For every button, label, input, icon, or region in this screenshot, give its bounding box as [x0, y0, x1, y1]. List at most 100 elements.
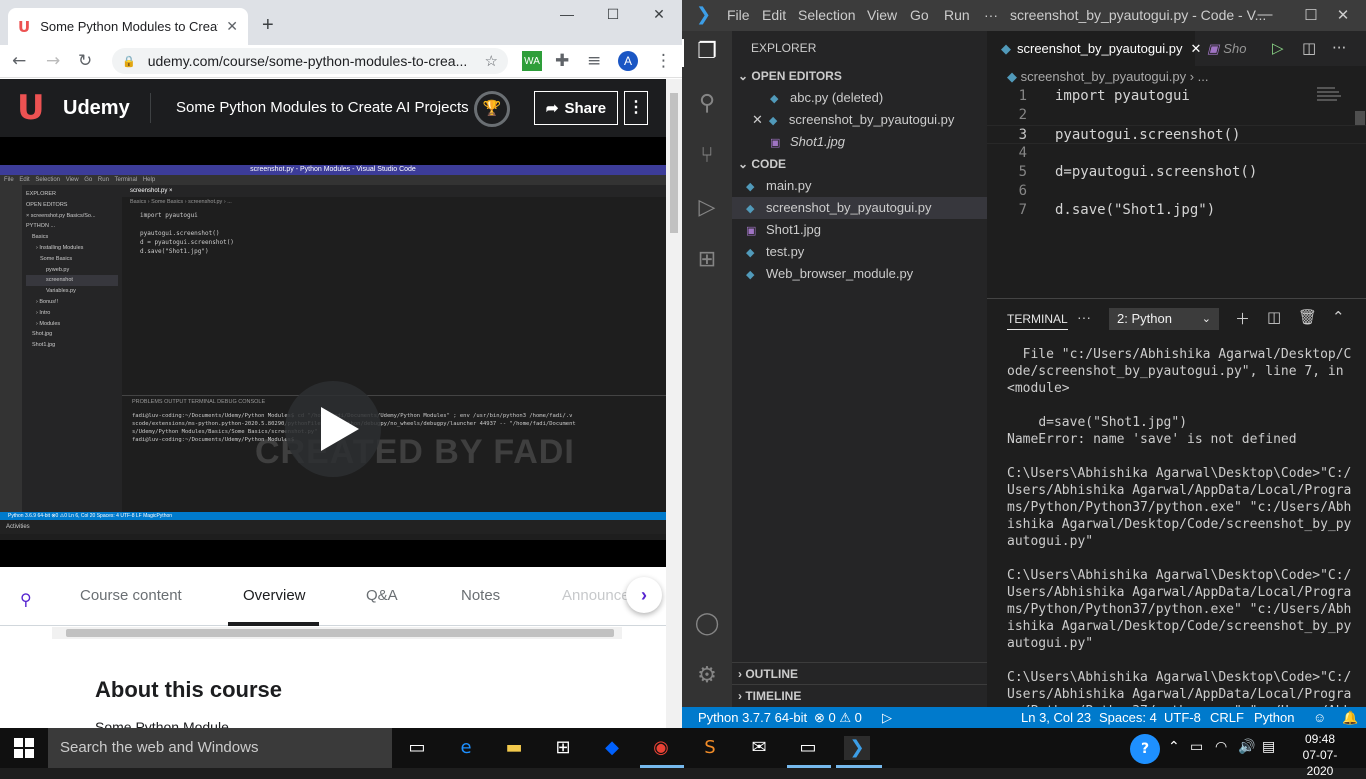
code-line[interactable]: 2	[987, 106, 1366, 125]
menu-selection[interactable]: Selection	[798, 7, 856, 23]
file-explorer-icon[interactable]: ▬	[501, 736, 527, 760]
chevron-up-icon[interactable]: ⌃	[1168, 739, 1180, 755]
status-encoding[interactable]: UTF-8	[1164, 707, 1201, 728]
menu-edit[interactable]: Edit	[762, 7, 786, 23]
scroll-thumb[interactable]	[66, 629, 614, 637]
code-line[interactable]: 4	[987, 144, 1366, 163]
open-editors-header[interactable]: ⌄ OPEN EDITORS	[732, 65, 987, 87]
account-icon[interactable]: ◯	[693, 611, 721, 639]
menu-run[interactable]: Run	[944, 7, 970, 23]
video-player[interactable]: screenshot.py - Python Modules - Visual …	[0, 137, 666, 567]
code-line[interactable]: 1 import pyautogui	[987, 87, 1366, 106]
volume-icon[interactable]: 🔊	[1238, 739, 1255, 755]
terminal-select[interactable]: 2: Python ⌄	[1109, 308, 1219, 330]
windows-start-icon[interactable]	[14, 738, 34, 758]
extensions-puzzle-icon[interactable]: ✚	[555, 51, 569, 71]
trophy-progress-icon[interactable]: 🏆	[474, 91, 510, 127]
more-options-button[interactable]: ⋮	[624, 91, 648, 125]
source-control-icon[interactable]: ⑂	[693, 143, 721, 171]
search-icon[interactable]: ⚲	[20, 590, 32, 609]
dropbox-icon[interactable]: ◆	[599, 736, 625, 760]
vscode-taskbar-icon[interactable]: ❯	[844, 736, 870, 760]
sublime-text-icon[interactable]: S	[697, 736, 723, 760]
menu-view[interactable]: View	[867, 7, 897, 23]
mail-icon[interactable]: ✉	[746, 736, 772, 760]
horizontal-scrollbar[interactable]	[52, 627, 622, 639]
reload-icon[interactable]: ↻	[78, 51, 92, 71]
udemy-logo-icon[interactable]: U	[17, 91, 45, 125]
run-file-icon[interactable]: ▷	[1272, 39, 1284, 57]
chevron-right-icon[interactable]: ›	[626, 577, 662, 613]
back-arrow-icon[interactable]: ←	[12, 51, 26, 71]
run-debug-icon[interactable]: ▷	[693, 195, 721, 223]
tab-course-content[interactable]: Course content	[80, 587, 182, 604]
share-button[interactable]: ➦ Share	[534, 91, 618, 125]
task-view-icon[interactable]: ▭	[404, 736, 430, 760]
bookmark-star-icon[interactable]: ☆	[485, 52, 498, 70]
split-editor-icon[interactable]: ◫	[1302, 39, 1316, 57]
address-bar[interactable]: 🔒 udemy.com/course/some-python-modules-t…	[112, 48, 508, 74]
taskbar-clock[interactable]: 09:48 07-07-2020	[1290, 731, 1350, 779]
file-item[interactable]: ◆ test.py	[732, 241, 987, 263]
tab-overview[interactable]: Overview	[243, 587, 306, 604]
close-button[interactable]: ✕	[644, 6, 674, 23]
help-icon[interactable]: ?	[1130, 734, 1160, 764]
play-button-icon[interactable]	[285, 381, 381, 477]
settings-gear-icon[interactable]: ⚙	[693, 663, 721, 691]
page-scroll-thumb[interactable]	[670, 93, 678, 233]
status-position[interactable]: Ln 3, Col 23	[1021, 707, 1091, 728]
store-icon[interactable]: ⊞	[550, 736, 576, 760]
code-line[interactable]: 6	[987, 182, 1366, 201]
chrome-icon[interactable]: ◉	[648, 736, 674, 760]
editor-breadcrumb[interactable]: ◆ screenshot_by_pyautogui.py › ...	[1007, 69, 1209, 85]
status-language[interactable]: Python	[1254, 707, 1294, 728]
status-spaces[interactable]: Spaces: 4	[1099, 707, 1157, 728]
code-line[interactable]: 7 d.save("Shot1.jpg")	[987, 201, 1366, 220]
extensions-icon[interactable]: ⊞	[693, 247, 721, 275]
editor-scroll-thumb[interactable]	[1355, 111, 1365, 125]
minimize-button[interactable]: —	[552, 6, 582, 22]
tab-notes[interactable]: Notes	[461, 587, 500, 604]
maximize-button[interactable]: ☐	[598, 6, 628, 23]
open-editor-item[interactable]: ▣ Shot1.jpg	[732, 131, 987, 153]
status-eol[interactable]: CRLF	[1210, 707, 1244, 728]
feedback-icon[interactable]: ☺	[1313, 707, 1326, 728]
code-line-current[interactable]: 3 pyautogui.screenshot()	[987, 125, 1366, 144]
search-icon[interactable]: ⚲	[693, 91, 721, 119]
timeline-header[interactable]: › TIMELINE	[732, 684, 987, 706]
trash-icon[interactable]: 🗑	[1298, 308, 1317, 326]
file-item[interactable]: ▣ Shot1.jpg	[732, 219, 987, 241]
vscode-maximize-button[interactable]: ☐	[1296, 6, 1326, 24]
open-editor-item[interactable]: ◆ abc.py (deleted)	[732, 87, 987, 109]
battery-icon[interactable]: ▭	[1190, 739, 1203, 755]
file-item[interactable]: ◆ screenshot_by_pyautogui.py	[732, 197, 987, 219]
new-tab-button[interactable]: +	[262, 14, 274, 37]
forward-arrow-icon[interactable]: →	[46, 51, 60, 71]
outline-header[interactable]: › OUTLINE	[732, 662, 987, 684]
editor-tab-preview[interactable]: ▣ Sho	[1195, 31, 1255, 66]
menu-file[interactable]: File	[727, 7, 750, 23]
media-control-icon[interactable]: ≡	[587, 51, 601, 71]
folder-header[interactable]: ⌄ CODE	[732, 153, 987, 175]
close-icon[interactable]: ✕	[752, 112, 763, 127]
command-prompt-icon[interactable]: ▭	[795, 736, 821, 760]
chrome-menu-icon[interactable]: ⋮	[655, 51, 672, 71]
page-scrollbar[interactable]	[666, 79, 682, 728]
profile-avatar[interactable]: A	[618, 51, 638, 71]
tab-close-icon[interactable]: ✕	[226, 18, 238, 35]
course-title[interactable]: Some Python Modules to Create AI Project…	[176, 99, 469, 116]
minimap[interactable]	[1317, 87, 1347, 107]
vscode-close-button[interactable]: ✕	[1328, 6, 1358, 24]
udemy-brand[interactable]: Udemy	[63, 97, 130, 120]
browser-tab[interactable]: U Some Python Modules to Create ✕	[8, 8, 248, 45]
run-play-icon[interactable]: ▷	[882, 707, 892, 728]
menu-more[interactable]: ···	[984, 7, 998, 23]
code-line[interactable]: 5 d=pyautogui.screenshot()	[987, 163, 1366, 182]
explorer-files-icon[interactable]: ❐	[693, 39, 721, 67]
file-item[interactable]: ◆ main.py	[732, 175, 987, 197]
status-problems[interactable]: ⊗ 0 ⚠ 0	[814, 707, 862, 728]
file-item[interactable]: ◆ Web_browser_module.py	[732, 263, 987, 285]
notifications-bell-icon[interactable]: 🔔	[1342, 707, 1358, 728]
action-center-icon[interactable]: ▤	[1262, 739, 1275, 755]
maximize-panel-icon[interactable]: ⌃	[1332, 308, 1345, 326]
